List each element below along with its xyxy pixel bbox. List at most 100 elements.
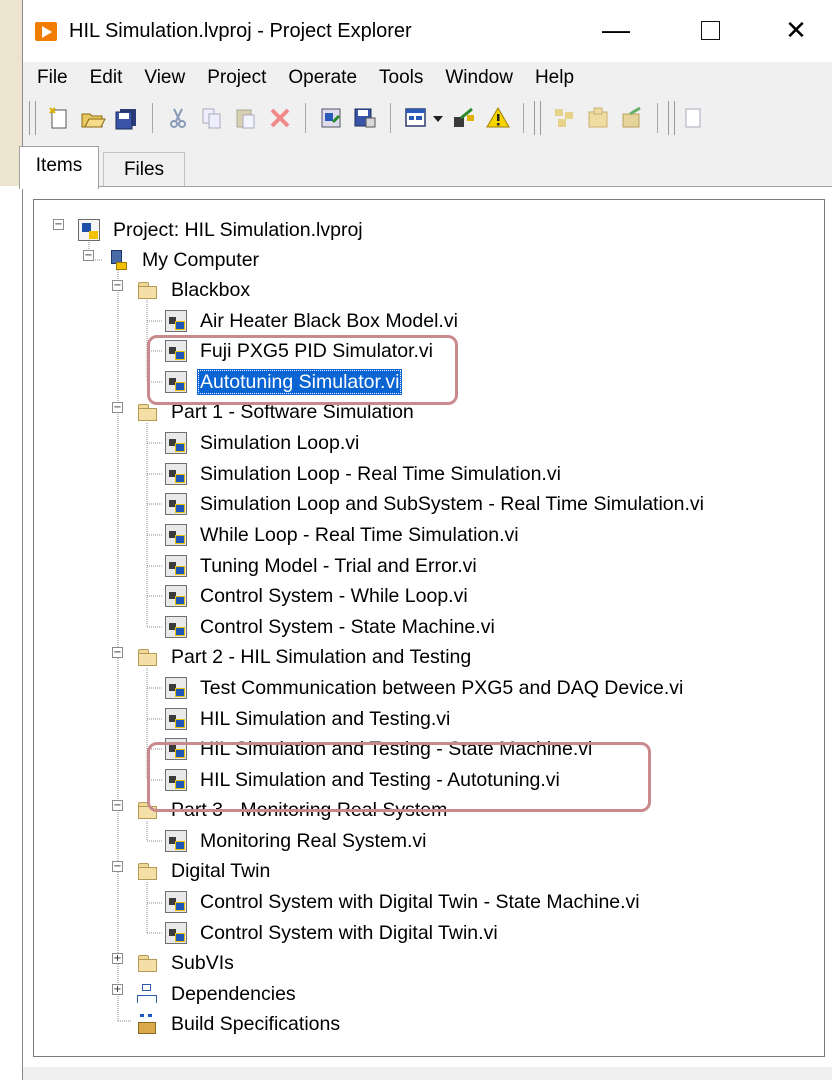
menu-tools[interactable]: Tools — [368, 63, 434, 93]
tree-item-vi[interactable]: Simulation Loop - Real Time Simulation.v… — [165, 459, 564, 489]
collapse-toggle-blackbox[interactable]: − — [112, 280, 123, 291]
delete-icon — [270, 108, 290, 128]
source-control-button[interactable] — [549, 101, 579, 135]
tree-item-vi[interactable]: Test Communication between PXG5 and DAQ … — [165, 673, 686, 703]
tree-item-vi[interactable]: Control System with Digital Twin - State… — [165, 887, 643, 917]
tree-folder-digital-twin[interactable]: Digital Twin — [136, 856, 273, 886]
maximize-button[interactable] — [681, 8, 739, 52]
deploy-button[interactable] — [617, 101, 647, 135]
tree-item-vi[interactable]: Simulation Loop and SubSystem - Real Tim… — [165, 489, 707, 519]
toolbar-separator — [305, 103, 306, 133]
items-panel: − Project: HIL Simulation.lvproj − My Co… — [23, 186, 832, 1067]
tree-folder-subvis[interactable]: SubVIs — [136, 948, 237, 978]
tab-items[interactable]: Items — [19, 146, 99, 189]
vi-icon — [165, 340, 187, 362]
deploy-icon — [622, 106, 641, 128]
tab-files[interactable]: Files — [103, 152, 185, 186]
toolbar-grip[interactable] — [534, 101, 541, 135]
expand-toggle-subvis[interactable]: + — [112, 953, 123, 964]
dropdown-icon — [433, 116, 443, 122]
vi-icon — [165, 493, 187, 515]
menu-view[interactable]: View — [133, 63, 196, 93]
title-bar[interactable]: HIL Simulation.lvproj - Project Explorer… — [23, 0, 832, 62]
vi-icon — [165, 585, 187, 607]
close-button[interactable]: ✕ — [767, 8, 825, 52]
toolbar-separator — [152, 103, 153, 133]
minimize-button[interactable]: — — [587, 8, 645, 52]
warning-button[interactable] — [483, 101, 513, 135]
view-icon — [405, 108, 426, 127]
paste-icon — [236, 109, 255, 129]
copy-button[interactable] — [197, 101, 227, 135]
package-icon — [588, 107, 608, 128]
menu-operate[interactable]: Operate — [277, 63, 368, 93]
tree-folder-part1[interactable]: Part 1 - Software Simulation — [136, 397, 417, 427]
menu-edit[interactable]: Edit — [79, 63, 134, 93]
tree-item-vi[interactable]: HIL Simulation and Testing.vi — [165, 704, 453, 734]
window-title: HIL Simulation.lvproj - Project Explorer — [69, 20, 412, 42]
tree-folder-blackbox[interactable]: Blackbox — [136, 275, 253, 305]
delete-button[interactable] — [265, 101, 295, 135]
paste-button[interactable] — [231, 101, 261, 135]
vi-icon — [165, 922, 187, 944]
menu-help[interactable]: Help — [524, 63, 585, 93]
tree-item-vi-selected[interactable]: Autotuning Simulator.vi — [165, 367, 403, 397]
collapse-toggle-digital-twin[interactable]: − — [112, 861, 123, 872]
toolbar-grip[interactable] — [668, 101, 675, 135]
view-dropdown-button[interactable] — [431, 101, 445, 135]
view-button[interactable] — [401, 101, 431, 135]
tree-item-vi[interactable]: HIL Simulation and Testing - Autotuning.… — [165, 765, 563, 795]
collapse-toggle-project[interactable]: − — [53, 219, 64, 230]
tree-folder-part3[interactable]: Part 3 - Monitoring Real System — [136, 795, 450, 825]
tree-item-vi[interactable]: Control System with Digital Twin.vi — [165, 918, 501, 948]
tree-item-vi[interactable]: Control System - State Machine.vi — [165, 612, 498, 642]
collapse-toggle-part1[interactable]: − — [112, 402, 123, 413]
folder-icon — [136, 952, 158, 974]
menu-project[interactable]: Project — [196, 63, 277, 93]
expand-toggle-dependencies[interactable]: + — [112, 984, 123, 995]
tree-item-vi[interactable]: Tuning Model - Trial and Error.vi — [165, 551, 480, 581]
tree-node-dependencies[interactable]: Dependencies — [136, 979, 299, 1009]
open-button[interactable] — [78, 101, 108, 135]
new-icon — [49, 107, 67, 129]
menu-window[interactable]: Window — [434, 63, 524, 93]
toolbar-grip[interactable] — [29, 101, 36, 135]
add-file-button[interactable] — [316, 101, 346, 135]
menu-file[interactable]: File — [26, 63, 79, 93]
new-button[interactable] — [44, 101, 74, 135]
tree-item-vi[interactable]: While Loop - Real Time Simulation.vi — [165, 520, 522, 550]
vi-icon — [165, 830, 187, 852]
add-file-icon — [321, 108, 341, 128]
save-button[interactable] — [350, 101, 380, 135]
cut-button[interactable] — [163, 101, 193, 135]
vi-icon — [165, 738, 187, 760]
tree-item-vi[interactable]: Fuji PXG5 PID Simulator.vi — [165, 336, 436, 366]
save-all-button[interactable] — [112, 101, 142, 135]
maximize-icon — [700, 21, 720, 40]
package-button[interactable] — [583, 101, 613, 135]
tree-item-vi[interactable]: Air Heater Black Box Model.vi — [165, 306, 461, 336]
tree-folder-part2[interactable]: Part 2 - HIL Simulation and Testing — [136, 642, 474, 672]
save-icon — [354, 108, 376, 128]
build-button[interactable] — [449, 101, 479, 135]
tree-node-project[interactable]: Project: HIL Simulation.lvproj — [78, 215, 366, 245]
folder-icon — [136, 279, 158, 301]
collapse-toggle-part2[interactable]: − — [112, 647, 123, 658]
vi-icon — [165, 616, 187, 638]
document-icon — [685, 108, 701, 128]
toolbar-separator — [657, 103, 658, 133]
tree-item-vi[interactable]: Simulation Loop.vi — [165, 428, 362, 458]
tree-item-vi[interactable]: HIL Simulation and Testing - State Machi… — [165, 734, 595, 764]
tree-item-vi[interactable]: Monitoring Real System.vi — [165, 826, 430, 856]
collapse-toggle-part3[interactable]: − — [112, 800, 123, 811]
tree-node-my-computer[interactable]: My Computer — [107, 245, 262, 275]
project-tree[interactable]: − Project: HIL Simulation.lvproj − My Co… — [33, 199, 825, 1057]
tree-node-build-specifications[interactable]: Build Specifications — [136, 1009, 343, 1039]
build-icon — [454, 107, 474, 127]
collapse-toggle-my-computer[interactable]: − — [83, 250, 94, 261]
vi-icon — [165, 432, 187, 454]
toolbar-separator — [523, 103, 524, 133]
vi-icon — [165, 891, 187, 913]
overflow-button[interactable] — [683, 101, 701, 135]
tree-item-vi[interactable]: Control System - While Loop.vi — [165, 581, 471, 611]
